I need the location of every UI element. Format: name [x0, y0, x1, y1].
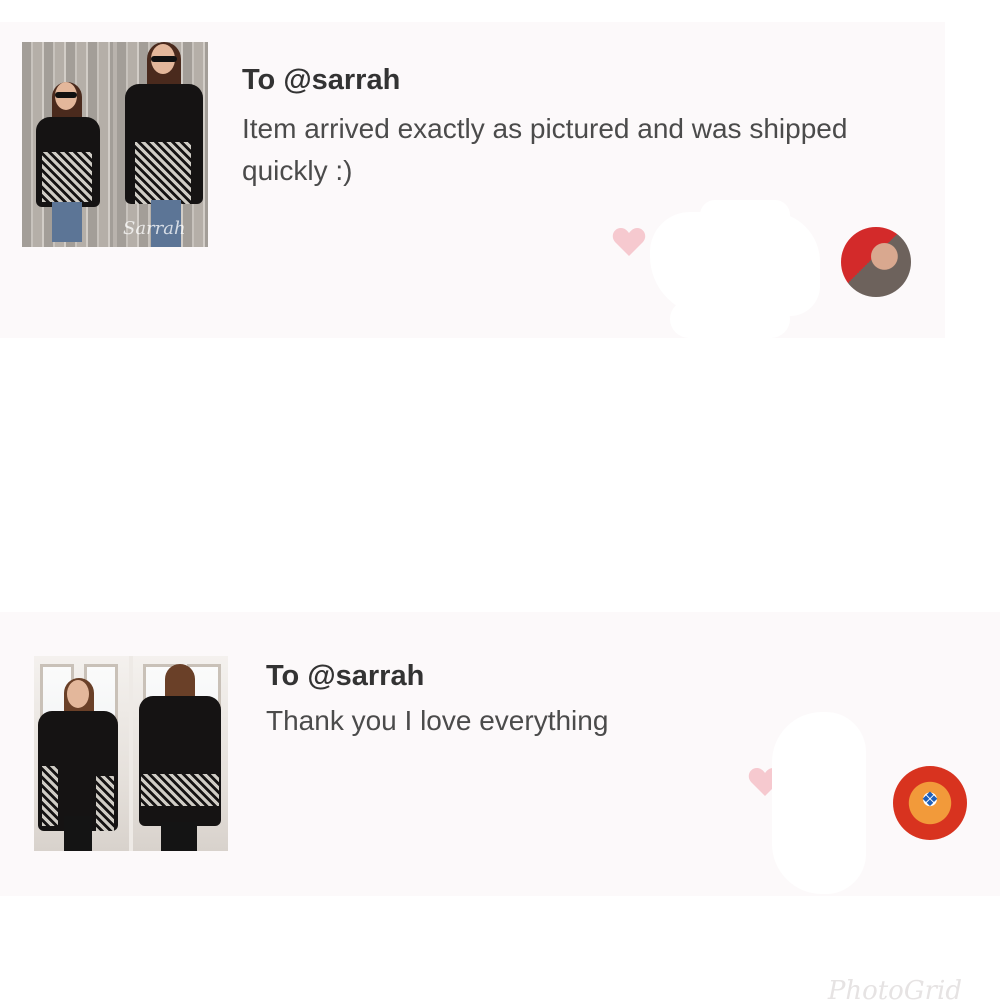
heart-icon[interactable] [612, 227, 646, 257]
listing-photo [133, 656, 228, 851]
listing-photo [34, 656, 129, 851]
reviewer-avatar[interactable] [841, 227, 911, 297]
listing-photo [22, 42, 113, 247]
listing-photo: Sarrah [117, 42, 208, 247]
review-message: Item arrived exactly as pictured and was… [242, 113, 848, 186]
redacted-area [700, 200, 790, 230]
redacted-area [670, 300, 790, 338]
reviewer-avatar[interactable]: ❖ [893, 766, 967, 840]
redacted-username [772, 712, 866, 894]
photo-watermark: Sarrah [123, 218, 186, 239]
review-recipient[interactable]: To @sarrah [242, 64, 400, 97]
watermark: PhotoGrid [827, 976, 962, 1006]
listing-thumbnail[interactable]: Sarrah [22, 42, 208, 247]
review-recipient[interactable]: To @sarrah [266, 660, 424, 693]
listing-thumbnail[interactable] [34, 656, 228, 851]
logo-icon: ❖ [921, 787, 939, 812]
